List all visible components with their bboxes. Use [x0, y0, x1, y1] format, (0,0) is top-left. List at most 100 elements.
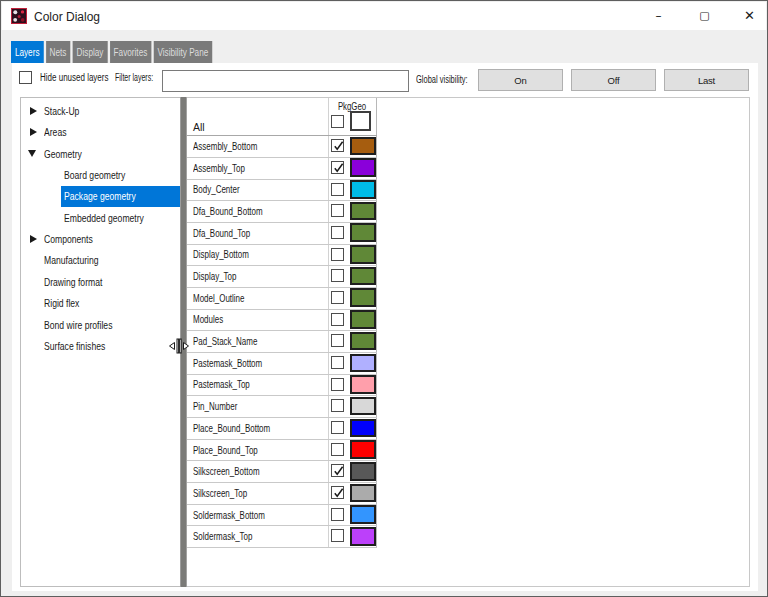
- layer-visibility-checkbox[interactable]: [331, 313, 344, 326]
- layer-visibility-checkbox[interactable]: [331, 334, 344, 347]
- tree-item-rigid-flex[interactable]: Rigid flex: [44, 293, 79, 314]
- layer-row-name: Silkscreen_Bottom: [193, 460, 260, 482]
- filter-layers-label: Filter layers:: [115, 72, 153, 83]
- layer-color-swatch[interactable]: [350, 202, 376, 221]
- layer-row-name: Model_Outline: [193, 287, 244, 309]
- layer-visibility-checkbox[interactable]: [331, 399, 344, 412]
- table-row-divider: [187, 547, 377, 548]
- all-color-checkbox[interactable]: [350, 111, 371, 131]
- tab-layers[interactable]: Layers: [11, 41, 43, 63]
- table-right-border: [376, 98, 377, 547]
- layer-row-name: Modules: [193, 309, 223, 331]
- window-title: Color Dialog: [34, 10, 100, 24]
- tree-item-stack-up[interactable]: Stack-Up: [44, 101, 79, 122]
- tree-item-package-geometry[interactable]: Package geometry: [64, 186, 136, 207]
- layer-visibility-checkbox[interactable]: [331, 204, 344, 217]
- expand-arrow-icon[interactable]: [30, 107, 37, 115]
- layer-row-name: Assembly_Top: [193, 157, 245, 179]
- layer-visibility-checkbox[interactable]: [331, 378, 344, 391]
- titlebar: Color Dialog – ▢ ✕: [2, 2, 766, 30]
- layer-visibility-checkbox[interactable]: [331, 226, 344, 239]
- tree-item-surface-finishes[interactable]: Surface finishes: [44, 335, 105, 356]
- expand-arrow-icon[interactable]: [30, 235, 37, 243]
- table-all-label: All: [193, 121, 205, 133]
- layer-color-swatch[interactable]: [350, 354, 376, 373]
- layer-color-swatch[interactable]: [350, 267, 376, 286]
- layer-row-name: Silkscreen_Top: [193, 482, 247, 504]
- tab-nets[interactable]: Nets: [46, 41, 71, 63]
- layer-color-swatch[interactable]: [350, 332, 376, 351]
- close-button[interactable]: ✕: [727, 2, 768, 30]
- tree-item-areas[interactable]: Areas: [44, 122, 66, 143]
- checkmark-icon: [332, 486, 345, 499]
- layer-visibility-checkbox[interactable]: [331, 183, 344, 196]
- tree-item-manufacturing[interactable]: Manufacturing: [44, 250, 99, 271]
- layer-visibility-checkbox[interactable]: [331, 508, 344, 521]
- tab-display[interactable]: Display: [73, 41, 108, 63]
- layer-visibility-checkbox[interactable]: [331, 421, 344, 434]
- app-icon: [11, 8, 27, 24]
- layer-color-swatch[interactable]: [350, 484, 376, 503]
- layer-color-swatch[interactable]: [350, 440, 376, 459]
- layer-row-name: Assembly_Bottom: [193, 135, 257, 157]
- checkmark-icon: [332, 139, 345, 152]
- layer-color-swatch[interactable]: [350, 288, 376, 307]
- layer-row-name: Soldermask_Top: [193, 525, 252, 547]
- layer-color-swatch[interactable]: [350, 158, 376, 177]
- layer-color-swatch[interactable]: [350, 375, 376, 394]
- checkmark-icon: [332, 464, 345, 477]
- layer-visibility-checkbox[interactable]: [331, 529, 344, 542]
- layer-row-name: Body_Center: [193, 179, 240, 201]
- global-last-button[interactable]: Last: [664, 69, 749, 91]
- layer-color-swatch[interactable]: [350, 137, 376, 156]
- tree-item-bond-wire-profiles[interactable]: Bond wire profiles: [44, 314, 112, 335]
- tabbar: LayersNetsDisplayFavoritesVisibility Pan…: [11, 41, 212, 63]
- layer-visibility-checkbox[interactable]: [331, 269, 344, 282]
- layer-color-swatch[interactable]: [350, 180, 376, 199]
- layer-row-name: Dfa_Bound_Top: [193, 222, 250, 244]
- layer-visibility-checkbox[interactable]: [331, 291, 344, 304]
- layer-color-swatch[interactable]: [350, 245, 376, 264]
- layer-table-panel: [187, 97, 750, 587]
- tree-item-components[interactable]: Components: [44, 229, 93, 250]
- tab-favorites[interactable]: Favorites: [110, 41, 151, 63]
- layer-color-swatch[interactable]: [350, 310, 376, 329]
- layer-row-name: Place_Bound_Top: [193, 439, 258, 461]
- layer-row-name: Pastemask_Top: [193, 374, 250, 396]
- minimize-button[interactable]: –: [636, 2, 681, 30]
- tree-item-drawing-format[interactable]: Drawing format: [44, 271, 102, 292]
- layer-row-name: Soldermask_Bottom: [193, 504, 265, 526]
- layer-visibility-checkbox[interactable]: [331, 356, 344, 369]
- global-off-button[interactable]: Off: [571, 69, 656, 91]
- layer-row-name: Display_Bottom: [193, 244, 249, 266]
- layer-color-swatch[interactable]: [350, 223, 376, 242]
- layer-row-name: Dfa_Bound_Bottom: [193, 200, 263, 222]
- layer-row-name: Pin_Number: [193, 395, 237, 417]
- hide-unused-layers-checkbox[interactable]: [19, 71, 32, 84]
- layer-color-swatch[interactable]: [350, 527, 376, 546]
- tree-item-board-geometry[interactable]: Board geometry: [64, 165, 125, 186]
- layer-visibility-checkbox[interactable]: [331, 443, 344, 456]
- expand-arrow-icon[interactable]: [30, 128, 37, 136]
- layer-color-swatch[interactable]: [350, 462, 376, 481]
- checkmark-icon: [332, 161, 345, 174]
- layer-row-name: Pad_Stack_Name: [193, 330, 257, 352]
- color-dialog-window: Color Dialog – ▢ ✕ LayersNetsDisplayFavo…: [0, 0, 768, 597]
- layer-visibility-checkbox[interactable]: [331, 248, 344, 261]
- tree-item-embedded-geometry[interactable]: Embedded geometry: [64, 207, 144, 228]
- tab-visibility-pane[interactable]: Visibility Pane: [154, 41, 213, 63]
- collapse-arrow-icon[interactable]: [28, 150, 36, 157]
- global-on-button[interactable]: On: [478, 69, 563, 91]
- layer-color-swatch[interactable]: [350, 419, 376, 438]
- layer-color-swatch[interactable]: [350, 505, 376, 524]
- tree-item-geometry[interactable]: Geometry: [44, 143, 82, 164]
- global-visibility-label: Global visibility:: [416, 74, 468, 85]
- layer-color-swatch[interactable]: [350, 397, 376, 416]
- all-visibility-checkbox[interactable]: [331, 115, 344, 128]
- filter-layers-input[interactable]: [162, 70, 409, 92]
- maximize-button[interactable]: ▢: [682, 2, 727, 30]
- layer-row-name: Pastemask_Bottom: [193, 352, 262, 374]
- hide-unused-layers-label: Hide unused layers: [40, 72, 108, 83]
- category-tree-panel: Stack-UpAreasGeometryBoard geometryPacka…: [20, 97, 180, 587]
- table-column-divider: [328, 98, 329, 547]
